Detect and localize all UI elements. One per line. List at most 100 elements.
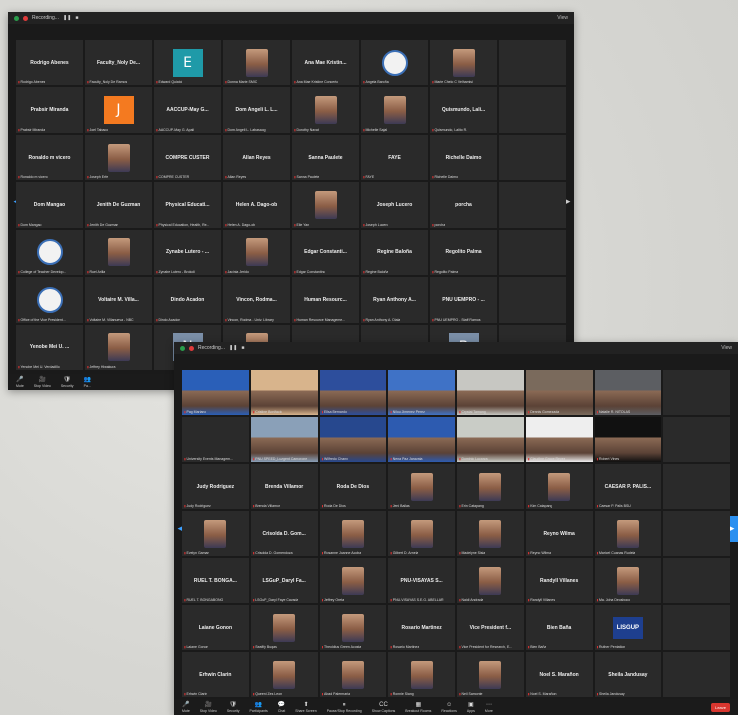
participant-tile[interactable]: Dennis Gomezada [525, 370, 593, 415]
participant-tile[interactable]: Ronnie Siang [388, 652, 455, 697]
participant-tile[interactable]: Nilou Jimenez Perez [388, 370, 455, 415]
participant-tile[interactable]: RUEL T. BONGA... RUEL T. BONGABONG [182, 558, 249, 603]
participant-tile[interactable]: Natalie R. NITOLAS [594, 370, 662, 415]
participant-tile[interactable]: Abad Palermaria [319, 652, 387, 697]
participant-tile[interactable]: Faculty_Noly De... Faculty_Noly De Ramos [85, 40, 152, 86]
participant-tile[interactable]: Regolito Palma Regolito Palma [430, 229, 497, 276]
toolbar-more-button[interactable]: ⋯ More [485, 702, 493, 713]
participant-tile[interactable]: Seafify Buqas [250, 605, 318, 650]
participant-tile[interactable]: Rosanne Joanne Acoba [319, 511, 387, 556]
participant-tile[interactable]: Dominic Lucarza [457, 417, 524, 462]
pause-icon[interactable]: ❚❚ [63, 15, 71, 21]
participant-tile[interactable]: PNU SPEED_Luzgent Camorone [250, 417, 318, 462]
participant-tile[interactable]: Dindo Acadon Dindo Acadon [154, 277, 221, 323]
participant-tile[interactable]: Nena Paz Jaravata [388, 417, 455, 462]
participant-tile[interactable]: PNU-VISAYAS S... PNU-VISAYAS S.E.G. ABELL… [388, 558, 455, 603]
participant-tile[interactable] [663, 652, 730, 697]
participant-tile[interactable]: Sanna Paulete Sanna Paulete [292, 134, 359, 181]
participant-tile[interactable]: Marie Chelo C Velhamisi [430, 40, 497, 86]
participant-tile[interactable]: Pag Mariano [182, 370, 249, 415]
participant-tile[interactable]: Jacinia Jerido [223, 229, 290, 276]
participant-tile[interactable]: Michelle Sajal [361, 87, 428, 133]
participant-tile[interactable]: Rodrigo Abenes Rodrigo Abenes [16, 40, 83, 86]
participant-tile[interactable]: Sheila Jandusay Sheila Jandusay [594, 652, 662, 697]
participant-tile[interactable] [499, 40, 566, 86]
participant-tile[interactable] [663, 464, 730, 509]
toolbar-chat-button[interactable]: 💬 Chat [278, 702, 285, 713]
participant-tile[interactable] [663, 417, 730, 462]
participant-tile[interactable]: Ellsa Bernardo [319, 370, 387, 415]
participant-tile[interactable]: Vincon, Rodma... Vincon, Rodma - Univ. Li… [223, 277, 290, 323]
participant-tile[interactable]: Joseph Lucero Joseph Lucero [361, 182, 428, 228]
participant-tile[interactable]: FAYE FAYE [361, 134, 428, 181]
participant-tile[interactable]: LSGuP_Daryl Fa... LSGuP_Daryl Faye Cavada [250, 558, 318, 603]
participant-tile[interactable] [499, 277, 566, 323]
participant-tile[interactable]: Laiane Gonon Laiane Gonon [182, 605, 249, 650]
participant-tile[interactable]: Vice President f... Vice President for Re… [457, 605, 524, 650]
participant-tile[interactable]: Neil Samonte [457, 652, 524, 697]
participant-tile[interactable] [663, 370, 730, 415]
participant-tile[interactable]: Brenda Villamor Brenda Villamor [250, 464, 318, 509]
toolbar-mute-button[interactable]: 🎤 Mute [182, 702, 190, 713]
participant-tile[interactable]: Theoldius Green Acosta [319, 605, 387, 650]
participant-tile[interactable]: Ruel Arilla [85, 229, 152, 276]
participant-tile[interactable]: Crystal Tamang [457, 370, 524, 415]
pause-icon[interactable]: ❚❚ [229, 345, 237, 351]
participant-tile[interactable]: J Joel Tabaco [85, 87, 152, 133]
participant-tile[interactable]: Regine Baloña Regine Baloña [361, 229, 428, 276]
participant-tile[interactable]: Allan Reyes Allan Reyes [223, 134, 290, 181]
toolbar-pa-button[interactable]: 👥 Pa... [84, 377, 91, 388]
toolbar-participants-button[interactable]: 👥 Participants [250, 702, 268, 713]
participant-tile[interactable]: Cristine Bonifacio [250, 370, 318, 415]
participant-tile[interactable]: COMPRE CUSTER COMPRE CUSTER [154, 134, 221, 181]
toolbar-share-screen-button[interactable]: ⬆ Share Screen [295, 702, 316, 713]
participant-tile[interactable] [663, 605, 730, 650]
participant-tile[interactable]: Ryan Anthony A... Ryan Anthony A. Diala [361, 277, 428, 323]
participant-tile[interactable]: E Edward Quiatol [154, 40, 221, 86]
participant-tile[interactable]: Randyll Villanes Randyll Villanes [525, 558, 593, 603]
participant-tile[interactable]: CAESAR P. PALIS... Caesar P. Palis BSU [594, 464, 662, 509]
stop-icon[interactable]: ■ [241, 345, 244, 351]
participant-tile[interactable]: Quismundo, Lali... Quismundo, Lalito R. [430, 87, 497, 133]
participant-tile[interactable]: Crisolda D. Gom... Crisolda D. Gomendoza [250, 511, 318, 556]
view-button[interactable]: View [557, 15, 568, 21]
participant-tile[interactable]: Claudine Grace Reyes [525, 417, 593, 462]
participant-tile[interactable]: Madelyne Sisia [457, 511, 524, 556]
participant-tile[interactable] [499, 134, 566, 181]
participant-tile[interactable]: Queeni Zes Leon [250, 652, 318, 697]
toolbar-security-button[interactable]: 🛡 Security [227, 702, 240, 713]
participant-tile[interactable]: Prabsir Miranda Prabsir Miranda [16, 87, 83, 133]
participant-tile[interactable] [663, 558, 730, 603]
participant-tile[interactable]: Ma. Joha Deosboco [594, 558, 662, 603]
participant-tile[interactable]: Edgar Constanti... Edgar Constantino [292, 229, 359, 276]
participant-tile[interactable]: Bien Baña Bien Baña [525, 605, 593, 650]
participant-tile[interactable] [499, 182, 566, 228]
leave-button[interactable]: Leave [711, 702, 730, 712]
participant-tile[interactable]: porcha porcha [430, 182, 497, 228]
participant-tile[interactable]: Noel S. Marañon Noel S. Marañon [525, 652, 593, 697]
participant-tile[interactable]: Joseph Erfe [85, 134, 152, 181]
participant-tile[interactable]: Robert Vines [594, 417, 662, 462]
participant-tile[interactable]: Dom Mangao Dom Mangao [16, 182, 83, 228]
toolbar-breakout-rooms-button[interactable]: ▦ Breakout Rooms [405, 702, 431, 713]
participant-tile[interactable] [663, 511, 730, 556]
participant-tile[interactable]: Maricel Cuanas Rudela [594, 511, 662, 556]
participant-tile[interactable]: Human Resourc... Human Resource Manageme.… [292, 277, 359, 323]
participant-tile[interactable] [499, 87, 566, 133]
participant-tile[interactable]: Judy Rodriguez Judy Rodriguez [182, 464, 249, 509]
participant-tile[interactable]: PNU UEMPRO - ... PNU UEMPRO - Staff Ramos [430, 277, 497, 323]
toolbar-stop-video-button[interactable]: 🎥 Stop Video [200, 702, 217, 713]
participant-tile[interactable]: Jeni Bailas [388, 464, 455, 509]
participant-tile[interactable]: Wilfredo Chanx [319, 417, 387, 462]
participant-tile[interactable]: Physical Educati... Physical Education, H… [154, 182, 221, 228]
participant-tile[interactable]: AACCUP-May G... AACCUP-May G. Apali [154, 87, 221, 133]
participant-tile[interactable]: Evelyn Gaman [182, 511, 249, 556]
toolbar-mute-button[interactable]: 🎤 Mute [16, 377, 24, 388]
participant-tile[interactable]: Yenobe Mei U. ... Yenobe Mei U. Verdadill… [16, 324, 83, 370]
participant-tile[interactable]: Reyno Wilma Reyno Wilma [525, 511, 593, 556]
toolbar-stop-video-button[interactable]: 🎥 Stop Video [34, 377, 51, 388]
participant-tile[interactable]: Richelle Daimo Richelle Daimo [430, 134, 497, 181]
participant-tile[interactable]: Erin Catapang [457, 464, 524, 509]
participant-tile[interactable]: Office of the Vice President... [16, 277, 83, 323]
participant-tile[interactable]: Elie Yan [292, 182, 359, 228]
